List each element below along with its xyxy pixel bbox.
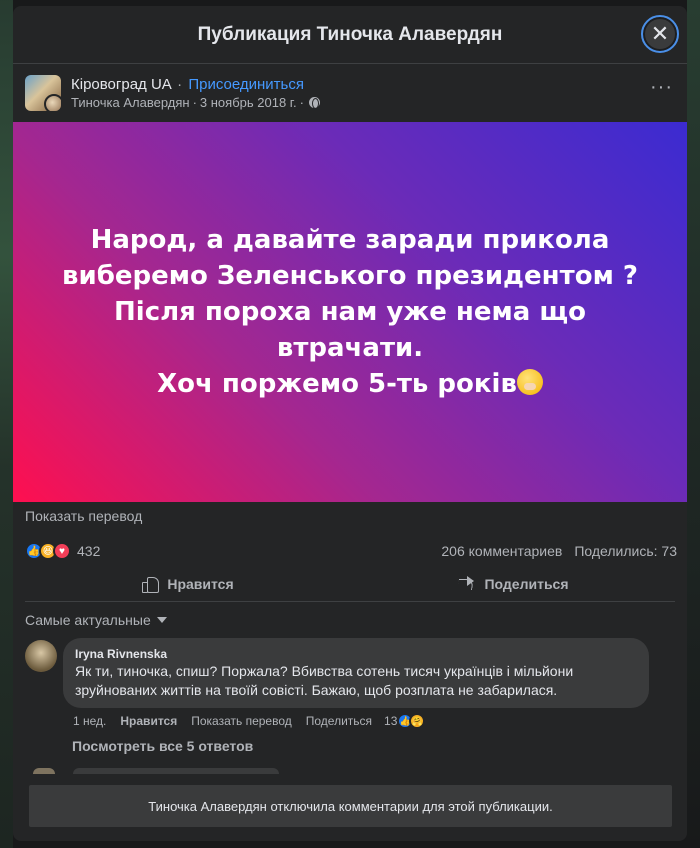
comment-bubble: Iryna Rivnenska Як ти, тиночка, спиш? По… xyxy=(63,638,649,708)
background-page-right xyxy=(687,0,700,848)
post-text-line: Хоч поржемо 5-ть років xyxy=(157,369,517,399)
post-text-background[interactable]: Народ, а давайте заради прикола виберемо… xyxy=(13,122,687,502)
comment-reactions[interactable]: 13 👍 🤗 xyxy=(384,713,426,729)
post-text-line: Народ, а давайте заради прикола xyxy=(90,225,610,255)
comment-count-link[interactable]: 206 комментариев xyxy=(441,543,562,559)
comment-text: Як ти, тиночка, спиш? Поржала? Вбивства … xyxy=(75,663,574,698)
join-group-link[interactable]: Присоединиться xyxy=(188,76,304,93)
commenter-avatar[interactable] xyxy=(25,640,57,672)
comment-translate-link[interactable]: Показать перевод xyxy=(191,714,292,728)
thumbs-up-icon xyxy=(141,575,160,593)
close-button[interactable]: ✕ xyxy=(641,15,679,53)
share-count-link[interactable]: Поделились: 73 xyxy=(574,543,677,559)
post-author-link[interactable]: Тиночка Алавердян xyxy=(71,94,190,111)
share-arrow-icon xyxy=(456,575,476,593)
post-modal: Публикация Тиночка Алавердян ✕ Кіровогра… xyxy=(13,6,687,841)
group-avatar[interactable] xyxy=(25,75,61,111)
comment-sort-dropdown[interactable]: Самые актуальные xyxy=(13,602,687,638)
globe-icon xyxy=(308,97,320,109)
comment-reaction-count: 13 xyxy=(384,714,398,728)
post-text-line: Після пороха нам уже нема що втрачати. xyxy=(114,297,586,363)
more-options-button[interactable]: ··· xyxy=(650,77,673,97)
like-button[interactable]: Нравится xyxy=(25,567,350,601)
group-name-link[interactable]: Кіровоград UA xyxy=(71,76,171,93)
separator: · xyxy=(299,95,304,110)
show-translation-link[interactable]: Показать перевод xyxy=(13,502,687,532)
modal-title: Публикация Тиночка Алавердян xyxy=(197,23,503,45)
separator: · xyxy=(177,76,183,93)
comment-author-link[interactable]: Iryna Rivnenska xyxy=(75,646,637,662)
post-date-link[interactable]: 3 ноябрь 2018 г. xyxy=(200,94,297,111)
post-text-line: виберемо Зеленського президентом ? xyxy=(62,261,638,291)
share-button-label: Поделиться xyxy=(484,576,569,592)
separator: · xyxy=(192,95,197,110)
modal-header: Публикация Тиночка Алавердян ✕ xyxy=(13,6,687,64)
reaction-count: 432 xyxy=(77,543,101,559)
comment-time-link[interactable]: 1 нед. xyxy=(73,714,106,728)
comment-sort-label: Самые актуальные xyxy=(25,612,151,628)
post-meta: Кіровоград UA · Присоединиться Тиночка А… xyxy=(71,75,320,111)
commenter-avatar xyxy=(33,768,55,774)
post-actions: Нравится Поделиться xyxy=(25,566,675,602)
view-replies-link[interactable]: Посмотреть все 5 ответов xyxy=(13,730,687,754)
love-reaction-icon: ♥ xyxy=(53,542,71,560)
post-stats: 👍 😆 ♥ 432 206 комментариев Поделились: 7… xyxy=(13,536,687,566)
caret-down-icon xyxy=(156,617,167,623)
background-page-left xyxy=(0,0,13,848)
more-horizontal-icon: ··· xyxy=(650,76,673,98)
reactions-summary[interactable]: 👍 😆 ♥ 432 xyxy=(25,542,100,560)
close-icon: ✕ xyxy=(650,21,670,46)
comment-like-button[interactable]: Нравится xyxy=(120,714,177,728)
share-button[interactable]: Поделиться xyxy=(350,567,675,601)
post-header: Кіровоград UA · Присоединиться Тиночка А… xyxy=(13,64,687,122)
face-with-hand-over-mouth-icon xyxy=(516,369,543,395)
next-comment-partial xyxy=(33,768,687,774)
post-text: Народ, а давайте заради прикола виберемо… xyxy=(40,222,660,402)
comment-bubble xyxy=(73,768,279,774)
comment-item: Iryna Rivnenska Як ти, тиночка, спиш? По… xyxy=(13,638,687,708)
care-reaction-icon: 🤗 xyxy=(409,713,426,729)
comment-share-link[interactable]: Поделиться xyxy=(306,714,372,728)
like-button-label: Нравится xyxy=(167,576,234,592)
comments-disabled-notice: Тиночка Алавердян отключила комментарии … xyxy=(29,785,672,827)
comment-actions: 1 нед. Нравится Показать перевод Поделит… xyxy=(13,708,687,730)
